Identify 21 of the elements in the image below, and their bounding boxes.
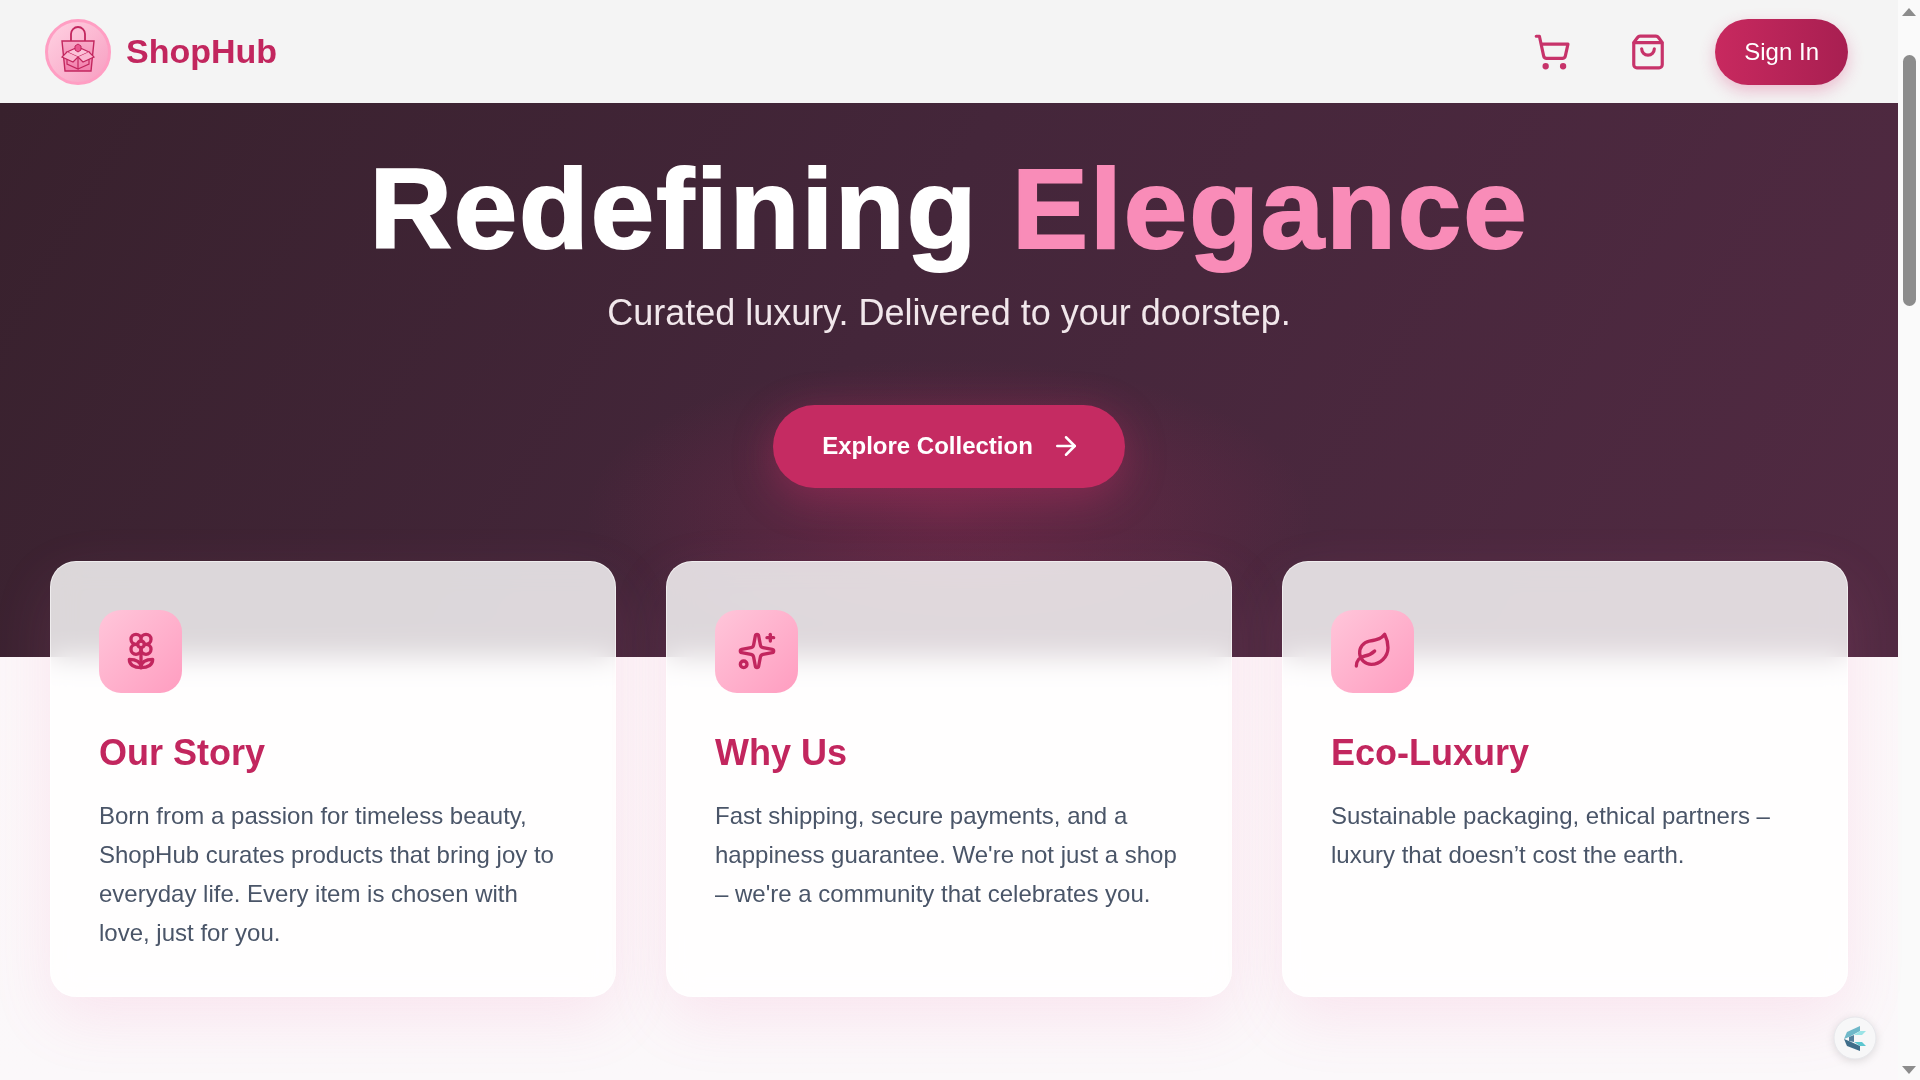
shopping-bag-logo-icon[interactable] <box>45 18 111 85</box>
feature-text: Born from a passion for timeless beauty, ShopHub curates products that bring joy to everyday life. Every item is chosen with love, just for you. <box>99 800 555 948</box>
leaf-icon <box>1331 609 1414 693</box>
cart-icon[interactable] <box>1533 32 1572 71</box>
hero-heading: Redefining Elegance <box>369 146 1529 272</box>
explore-collection-button[interactable]: Explore Collection <box>773 404 1125 488</box>
logo-badge-icon[interactable] <box>1833 1016 1877 1060</box>
hero-subtitle: Curated luxury. Delivered to your doorstep. <box>607 291 1291 335</box>
flower-icon <box>99 609 182 693</box>
scrollbar[interactable] <box>1898 0 1920 1080</box>
feature-title: Our Story <box>99 730 267 774</box>
sparkles-icon <box>715 609 798 693</box>
feature-text: Sustainable packaging, ethical partners – luxury that doesn’t cost the earth. <box>1331 800 1771 870</box>
feature-title: Eco-Luxury <box>1331 730 1531 774</box>
scrollbar-thumb[interactable] <box>1902 55 1916 306</box>
scroll-down-icon[interactable] <box>1902 1066 1916 1074</box>
feature-title: Why Us <box>715 730 848 774</box>
scroll-up-icon[interactable] <box>1902 8 1916 16</box>
feature-text: Fast shipping, secure payments, and a happiness guarantee. We're not just a shop – we're a community that celebrates you. <box>715 800 1178 909</box>
sign-in-button[interactable]: Sign In <box>1715 18 1848 85</box>
brand-name[interactable]: ShopHub <box>126 32 278 71</box>
